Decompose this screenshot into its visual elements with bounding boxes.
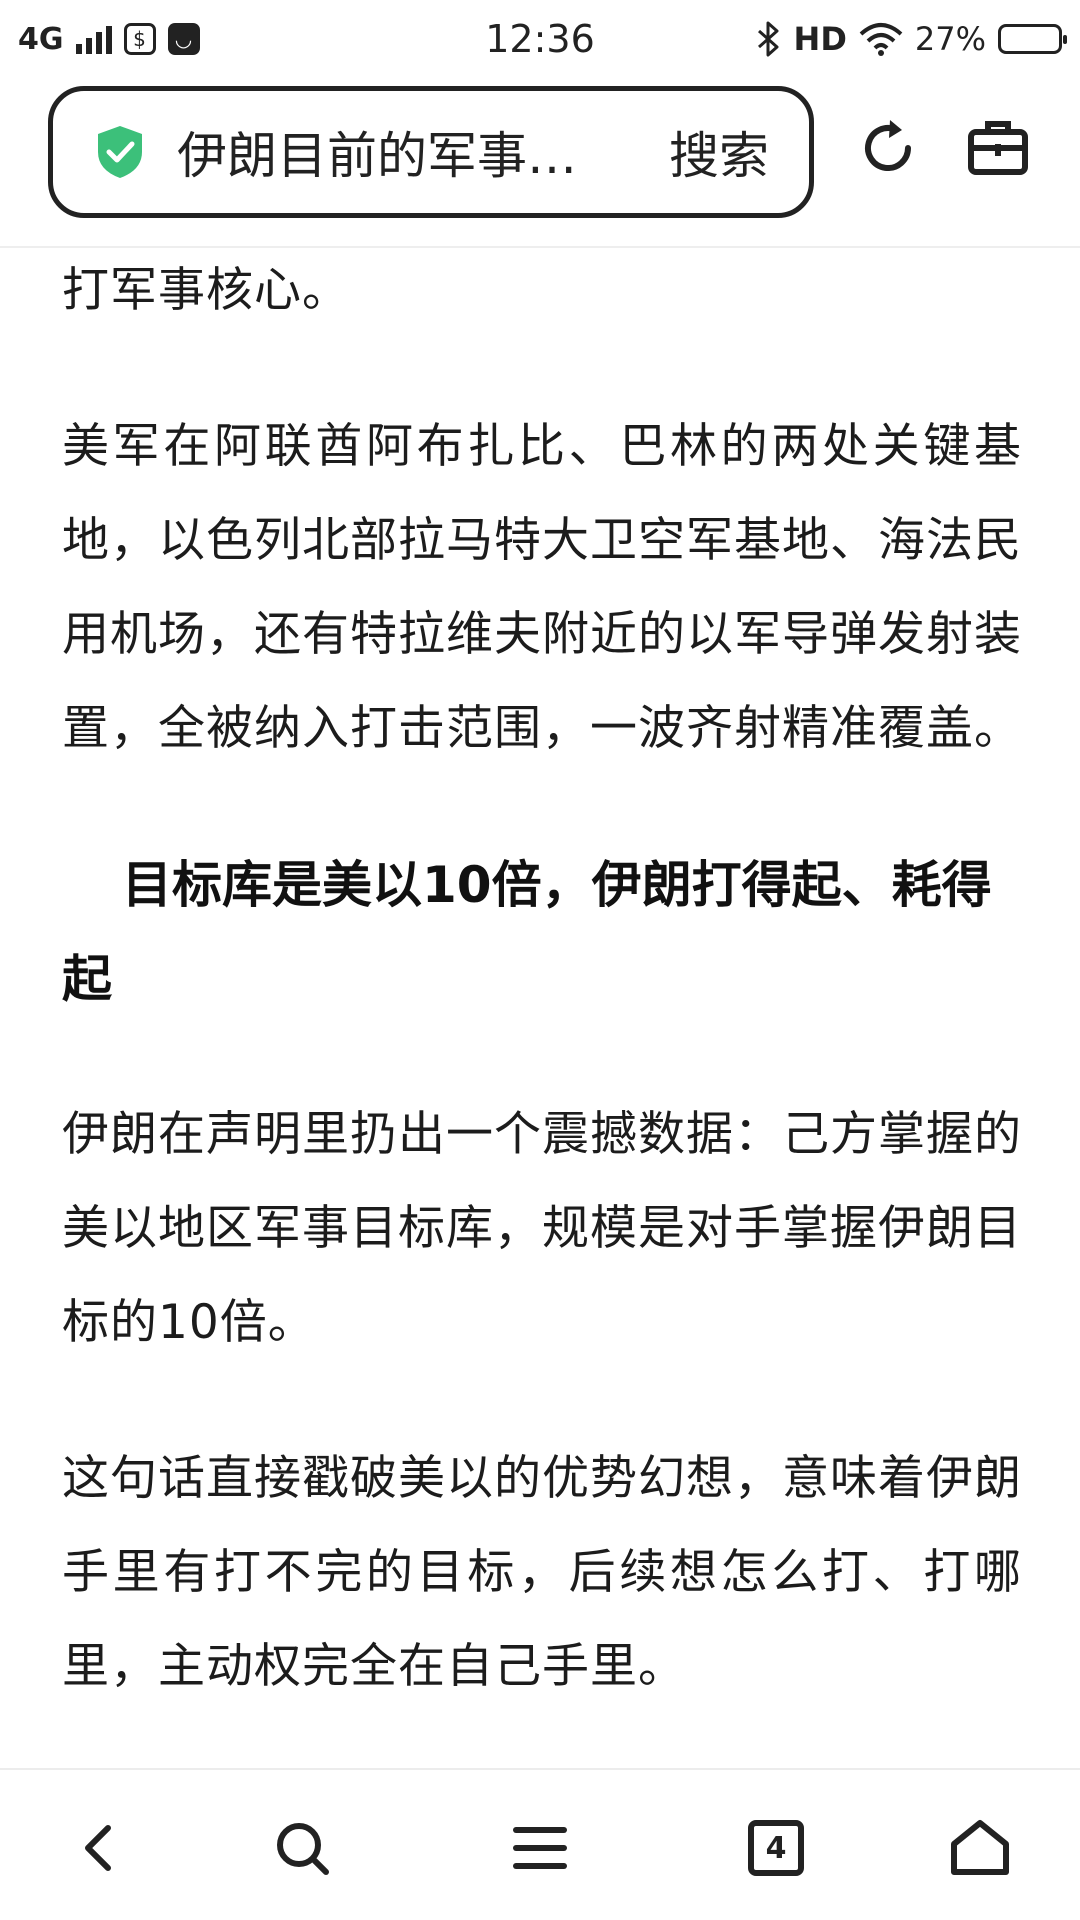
tab-count: 4 (765, 1830, 787, 1866)
notification-message-icon: ◡ (167, 23, 200, 55)
article-heading: 目标库是美以10倍，伊朗打得起、耗得起 (62, 856, 992, 1008)
menu-button[interactable] (500, 1808, 580, 1888)
article-body: 打军事核心。 美军在阿联酋阿布扎比、巴林的两处关键基地，以色列北部拉马特大卫空军… (62, 248, 1022, 1768)
search-icon (277, 1823, 329, 1875)
address-bar[interactable]: 伊朗目前的军事… 搜索 (48, 86, 814, 218)
status-left: 4G $ ◡ (18, 22, 200, 57)
reload-icon[interactable] (856, 116, 920, 180)
article-paragraph: 这句话直接戳破美以的优势幻想，意味着伊朗手里有打不完的目标，后续想怎么打、打哪里… (62, 1451, 1022, 1694)
status-bar: 4G $ ◡ 12:36 HD 27% (0, 0, 1080, 78)
status-right: HD 27% (756, 20, 1067, 58)
battery-percent: 27% (914, 20, 986, 58)
hd-indicator: HD (793, 20, 847, 58)
signal-icon (75, 24, 112, 54)
article-paragraph: 伊朗在声明里扔出一个震撼数据：己方掌握的美以地区军事目标库，规模是对手掌握伊朗目… (62, 1107, 1022, 1350)
shield-check-icon (98, 126, 142, 178)
notification-app-icon: $ (123, 23, 156, 55)
wifi-icon (859, 23, 903, 56)
bluetooth-icon (757, 21, 779, 57)
search-nav-button[interactable] (262, 1808, 342, 1888)
article-content[interactable]: 打军事核心。 美军在阿联酋阿布扎比、巴林的两处关键基地，以色列北部拉马特大卫空军… (0, 248, 1080, 1768)
back-icon (85, 1825, 111, 1871)
article-paragraph: 打军事核心。 (62, 263, 350, 318)
home-icon (951, 1820, 1009, 1875)
search-button[interactable]: 搜索 (669, 116, 769, 188)
address-text[interactable]: 伊朗目前的军事… (177, 116, 613, 188)
bottom-nav: 4 (0, 1768, 1080, 1920)
back-button[interactable] (60, 1808, 140, 1888)
toolbox-icon[interactable] (966, 116, 1030, 180)
home-button[interactable] (940, 1808, 1020, 1888)
menu-icon (513, 1827, 567, 1869)
browser-top-bar: 伊朗目前的军事… 搜索 (0, 78, 1080, 248)
article-paragraph: 美军在阿联酋阿布扎比、巴林的两处关键基地，以色列北部拉马特大卫空军基地、海法民用… (62, 419, 1022, 756)
tabs-button[interactable]: 4 (736, 1808, 816, 1888)
network-type: 4G (18, 21, 64, 57)
battery-icon (998, 24, 1067, 54)
